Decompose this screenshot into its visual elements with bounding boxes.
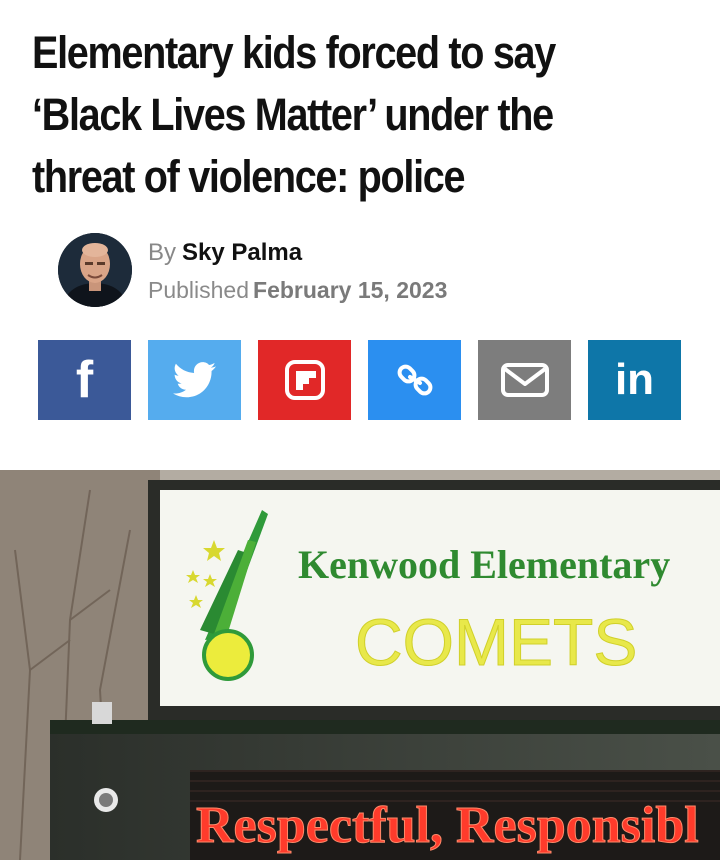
headline-line-2: ‘Black Lives Matter’ under the bbox=[32, 89, 554, 140]
linkedin-share-button[interactable]: in bbox=[588, 340, 681, 420]
sign-school-name: Kenwood Elementary bbox=[298, 542, 670, 587]
flipboard-icon bbox=[284, 360, 325, 400]
article-photo: Kenwood Elementary COMETS Respectful, Re… bbox=[0, 470, 720, 860]
facebook-icon: f bbox=[75, 351, 94, 409]
author-name[interactable]: Sky Palma bbox=[182, 239, 302, 266]
share-buttons: f in bbox=[38, 340, 682, 420]
article-headline: Elementary kids forced to say ‘Black Liv… bbox=[32, 22, 701, 208]
link-icon bbox=[397, 364, 432, 396]
author-avatar[interactable] bbox=[58, 233, 132, 307]
headline-line-3: threat of violence: police bbox=[32, 151, 466, 202]
led-message: Respectful, Responsibl bbox=[196, 797, 699, 854]
published-prefix: Published bbox=[148, 277, 250, 303]
headline-line-1: Elementary kids forced to say bbox=[32, 27, 556, 78]
twitter-share-button[interactable] bbox=[148, 340, 241, 420]
email-icon bbox=[500, 363, 549, 397]
facebook-share-button[interactable]: f bbox=[38, 340, 131, 420]
published-date: February 15, 2023 bbox=[253, 277, 448, 303]
byline-date: Published February 15, 2023 bbox=[148, 277, 447, 304]
sign-mascot: COMETS bbox=[355, 605, 637, 679]
byline-author: By Sky Palma bbox=[148, 239, 302, 267]
linkedin-icon: in bbox=[614, 355, 655, 404]
twitter-icon bbox=[172, 362, 216, 398]
flipboard-share-button[interactable] bbox=[258, 340, 351, 420]
copy-link-button[interactable] bbox=[368, 340, 461, 420]
by-prefix: By bbox=[148, 239, 177, 266]
email-share-button[interactable] bbox=[478, 340, 571, 420]
byline: By Sky Palma Published February 15, 2023 bbox=[58, 233, 658, 313]
